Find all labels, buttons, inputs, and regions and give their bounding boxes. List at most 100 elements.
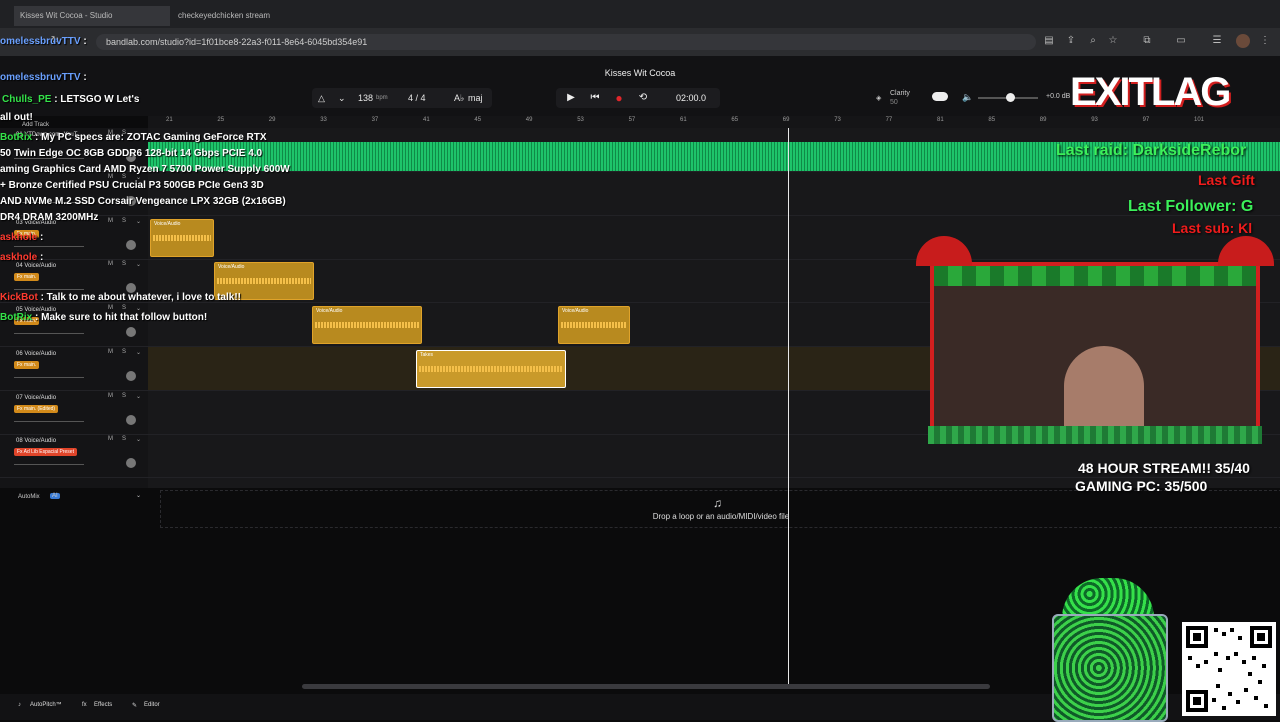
track-lane[interactable]	[148, 216, 1280, 260]
effects-preset-badge[interactable]: Fx main.	[14, 360, 40, 369]
play-icon[interactable]: ▶	[564, 91, 578, 105]
downloads-icon[interactable]: ☰	[1210, 34, 1224, 48]
chat-text: :	[83, 36, 87, 47]
playhead[interactable]	[788, 128, 789, 688]
audio-clip[interactable]: Voice/Audio	[558, 306, 630, 344]
chat-username: KickBot	[0, 292, 38, 303]
chevron-down-icon[interactable]: ⌄	[136, 492, 141, 499]
editor-button[interactable]: Editor	[144, 702, 160, 708]
record-icon[interactable]: ●	[612, 91, 626, 105]
chat-message: BotRix : Make sure to hit that follow bu…	[0, 312, 207, 323]
chat-message: 50 Twin Edge OC 8GB GDDR6 128-bit 14 Gbp…	[0, 148, 262, 159]
chat-message: KickBot : Talk to me about whatever, i l…	[0, 292, 241, 303]
clarity-label: Clarity	[890, 90, 910, 97]
bookmark-star-icon[interactable]: ☆	[1106, 34, 1120, 48]
pan-knob[interactable]	[126, 458, 136, 469]
pan-knob[interactable]	[126, 414, 136, 425]
qr-code	[1182, 622, 1276, 716]
track-volume-slider[interactable]	[14, 333, 84, 334]
mute-button[interactable]: M	[108, 393, 113, 399]
track-name[interactable]: 06 Voice/Audio	[16, 351, 56, 357]
menu-kebab-icon[interactable]: ⋮	[1258, 34, 1272, 48]
streamer-figure	[1064, 346, 1144, 436]
track-header[interactable]: 08 Voice/Audio M S ⌄ Fx Ad Lib Espacial Pres…	[0, 434, 148, 479]
rewind-icon[interactable]: ⏮	[588, 91, 602, 105]
clarity-toggle[interactable]	[932, 92, 948, 101]
audio-clip[interactable]: Voice/Audio	[312, 306, 422, 344]
clip-label: Takes	[420, 351, 434, 358]
chevron-down-icon[interactable]: ⌄	[338, 93, 346, 104]
chat-message: omelessbruvTTV :	[0, 72, 87, 83]
chat-text: all out!	[0, 112, 33, 123]
audio-clip[interactable]: Takes	[416, 349, 566, 388]
holly-garland	[934, 266, 1256, 286]
chat-message: omelessbruvTTV :	[0, 36, 87, 47]
drop-zone[interactable]: ♫ Drop a loop or an audio/MIDI/video fil…	[160, 490, 1280, 528]
track-volume-slider[interactable]	[14, 464, 84, 466]
chat-text: : LETSGO W Let's	[54, 94, 140, 105]
ruler-tick: 69	[782, 117, 790, 123]
ai-badge: AI	[50, 493, 60, 499]
search-icon[interactable]: ⌕	[1086, 34, 1100, 48]
ruler-tick: 77	[885, 117, 893, 123]
chevron-down-icon[interactable]: ⌄	[136, 393, 141, 400]
effects-preset-badge[interactable]: Fx Ad Lib Espacial Preset	[14, 448, 77, 457]
chat-username: Chulls_PE	[2, 94, 52, 105]
track-name[interactable]: 08 Voice/Audio	[16, 438, 56, 444]
solo-button[interactable]: S	[122, 349, 126, 355]
key-icon: A♭	[454, 93, 465, 103]
goal-jar	[1052, 578, 1168, 722]
pan-knob[interactable]	[126, 370, 136, 381]
last-gift: Last Gift	[1198, 172, 1255, 188]
mute-button[interactable]: M	[108, 349, 113, 355]
sidebar-icon[interactable]: ▭	[1174, 34, 1188, 48]
solo-button[interactable]: S	[122, 393, 126, 399]
metronome-icon[interactable]: △	[318, 93, 325, 104]
chevron-down-icon[interactable]: ⌄	[136, 349, 141, 356]
loop-icon[interactable]: ⟲	[636, 91, 650, 105]
autopitch-button[interactable]: AutoPitch™	[30, 702, 62, 708]
chat-text: : Talk to me about whatever, i love to t…	[40, 292, 241, 303]
track-header[interactable]: 06 Voice/Audio M S ⌄ Fx main.	[0, 347, 148, 391]
time-display: 02:00.0	[675, 93, 707, 103]
profile-avatar[interactable]	[1236, 34, 1250, 48]
automix-row[interactable]: AutoMix AI ⌄	[0, 490, 148, 506]
mute-button[interactable]: M	[108, 436, 113, 442]
pine-garland	[928, 426, 1262, 444]
exitlag-logo-text: EXITLAG	[1070, 70, 1231, 114]
timeline-ruler[interactable]: 21 25 29 33 37 41 45 49 53 57 61 65 69 73 77 81 85 89 93 97…	[148, 116, 1280, 128]
bpm-value[interactable]: 138	[358, 93, 373, 103]
ruler-tick: 57	[628, 117, 636, 123]
speaker-icon[interactable]: 🔈	[962, 92, 973, 103]
clarity-icon: ◈	[876, 95, 882, 102]
extensions-icon[interactable]: ⧉	[1140, 34, 1154, 48]
chat-message: DR4 DRAM 3200MHz	[0, 212, 98, 223]
time-signature[interactable]: 4 / 4	[408, 93, 426, 103]
reader-icon[interactable]: ▤	[1042, 34, 1056, 48]
volume-slider-handle[interactable]	[1006, 93, 1015, 102]
track-name[interactable]: 07 Voice/Audio	[16, 395, 56, 401]
clip-label: Voice/Audio	[316, 308, 343, 314]
effects-button[interactable]: Effects	[94, 702, 112, 708]
solo-button[interactable]: S	[122, 436, 126, 442]
stream-goal-line1: 48 HOUR STREAM!! 35/40	[1078, 460, 1250, 476]
exitlag-logo: EXITLAG	[1068, 66, 1280, 116]
chat-text: aming Graphics Card AMD Ryzen 7 5700 Pow…	[0, 164, 290, 175]
chat-message: Chulls_PE : LETSGO W Let's	[2, 94, 139, 105]
key-value[interactable]: maj	[468, 93, 483, 103]
horizontal-scrollbar[interactable]	[302, 684, 990, 689]
clip-waveform	[315, 322, 419, 328]
project-title[interactable]: Kisses Wit Cocoa	[560, 68, 720, 78]
master-volume: 🔈 +0.0 dB	[960, 88, 1080, 108]
track-header[interactable]: 07 Voice/Audio M S ⌄ Fx main. (Edited)	[0, 391, 148, 435]
autopitch-icon: ♪	[18, 702, 21, 708]
share-icon[interactable]: ⇪	[1064, 34, 1078, 48]
ruler-tick: 93	[1091, 117, 1098, 123]
track-volume-slider[interactable]	[14, 376, 84, 378]
effects-preset-badge[interactable]: Fx main. (Edited)	[14, 404, 59, 413]
chevron-down-icon[interactable]: ⌄	[136, 436, 141, 443]
track-lane[interactable]	[148, 172, 1280, 216]
ruler-tick: 101	[1194, 117, 1205, 123]
track-volume-slider[interactable]	[14, 420, 84, 422]
editor-icon: ✎	[132, 703, 138, 709]
